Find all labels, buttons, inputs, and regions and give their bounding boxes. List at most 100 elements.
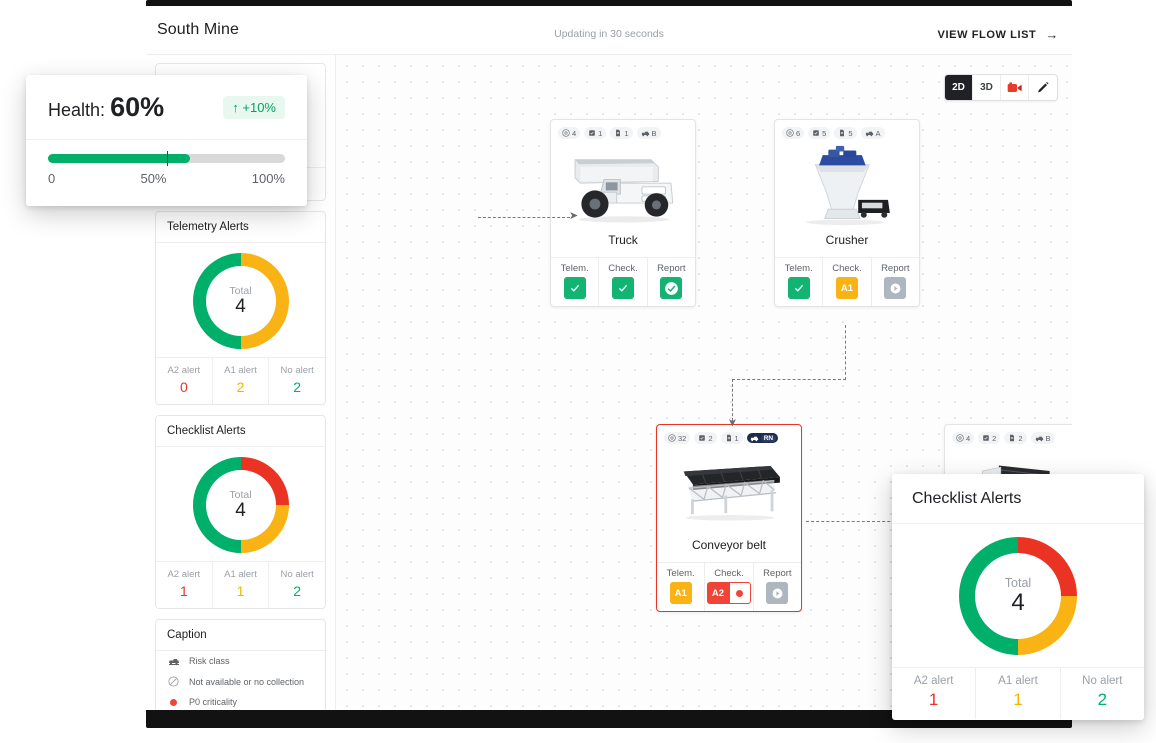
status-chip-play[interactable] — [884, 277, 906, 299]
view-flow-list-label: VIEW FLOW LIST — [938, 29, 1037, 41]
status-checklist[interactable]: Check. A2 — [705, 563, 753, 611]
badge-value: 2 — [992, 434, 996, 443]
badge-value: 6 — [796, 129, 800, 138]
video-camera-icon[interactable] — [1001, 74, 1029, 101]
telemetry-alerts-title: Telemetry Alerts — [156, 212, 325, 243]
scale-mid: 50% — [140, 171, 166, 186]
checklist-alerts-popup-card: Checklist Alerts Total 4 A2 alert 1 A1 a… — [892, 474, 1144, 720]
badge-value: RN — [761, 435, 776, 442]
tab-2d[interactable]: 2D — [945, 74, 973, 101]
telemetry-legend-noalert: No alert 2 — [269, 358, 325, 404]
status-checklist[interactable]: Check. A1 — [823, 258, 871, 306]
telemetry-alerts-card[interactable]: Telemetry Alerts Total 4 A2 alert 0 — [155, 211, 326, 405]
badge-document[interactable]: 1 — [721, 432, 743, 444]
status-chip-play[interactable] — [766, 582, 788, 604]
edge-crusher-conveyor-v1 — [845, 325, 846, 380]
status-checklist[interactable]: Check. — [599, 258, 647, 306]
checklist-popup-legend-a1: A1 alert 1 — [976, 668, 1060, 719]
tab-3d[interactable]: 3D — [973, 74, 1001, 101]
status-label: Check. — [714, 568, 744, 579]
node-crusher[interactable]: 6 5 5 A — [774, 119, 920, 307]
badge-risk-class[interactable]: B — [637, 127, 661, 139]
badge-risk-class[interactable]: A — [861, 127, 885, 139]
caption-title: Caption — [156, 620, 325, 651]
badge-value: 1 — [735, 434, 739, 443]
health-popup-header: Health: 60% ↑ +10% — [26, 75, 307, 140]
legend-label: A1 alert — [976, 675, 1059, 687]
edge-truck-crusher — [478, 217, 570, 218]
checklist-legend-a1: A1 alert 1 — [213, 562, 270, 608]
status-label: Report — [657, 263, 686, 274]
telemetry-alerts-legend: A2 alert 0 A1 alert 2 No alert 2 — [156, 357, 325, 404]
badge-gear[interactable]: 32 — [664, 432, 690, 444]
status-label: Telem. — [561, 263, 589, 274]
status-label: Check. — [832, 263, 862, 274]
badge-value: B — [652, 129, 657, 138]
badge-risk-class[interactable]: B — [1031, 432, 1055, 444]
checklist-legend-noalert: No alert 2 — [269, 562, 325, 608]
caption-card: Caption Risk class Not available or no c… — [155, 619, 326, 710]
status-report[interactable]: Report — [754, 563, 801, 611]
edge-crusher-conveyor-v2 — [732, 379, 733, 421]
status-chip-check — [612, 277, 634, 299]
legend-value: 2 — [269, 583, 325, 599]
badge-document[interactable]: 1 — [610, 127, 632, 139]
badge-risk-class[interactable]: RN — [747, 433, 778, 443]
health-popup-title: Health: 60% — [48, 92, 164, 123]
legend-label: A1 alert — [213, 365, 269, 376]
telemetry-legend-a2: A2 alert 0 — [156, 358, 213, 404]
checklist-popup-legend-noalert: No alert 2 — [1061, 668, 1144, 719]
legend-value: 2 — [213, 379, 269, 395]
badge-checklist[interactable]: 2 — [978, 432, 1000, 444]
status-label: Telem. — [785, 263, 813, 274]
caption-row-risk-class: Risk class — [156, 651, 325, 671]
node-conveyor-belt[interactable]: 32 2 1 RN — [656, 424, 802, 612]
status-telemetry[interactable]: Telem. — [551, 258, 599, 306]
badge-value: 4 — [572, 129, 576, 138]
view-flow-list-button[interactable]: VIEW FLOW LIST → — [938, 27, 1059, 42]
checklist-total-value: 4 — [235, 500, 246, 522]
legend-value: 2 — [1061, 690, 1144, 710]
status-chip-a2-group: A2 — [707, 582, 751, 604]
node-badges: 4 1 1 B — [551, 120, 695, 139]
checklist-popup-legend-a2: A2 alert 1 — [892, 668, 976, 719]
health-popup-progress: 0 50% 100% — [26, 140, 307, 206]
checklist-popup-chart: Total 4 — [892, 524, 1144, 668]
legend-value: 1 — [976, 690, 1059, 710]
badge-document[interactable]: 5 — [834, 127, 856, 139]
badge-gear[interactable]: 4 — [558, 127, 580, 139]
status-report[interactable]: Report — [872, 258, 919, 306]
status-telemetry[interactable]: Telem. — [775, 258, 823, 306]
update-status-text: Updating in 30 seconds — [146, 28, 1072, 40]
badge-value: 32 — [678, 434, 686, 443]
badge-checklist[interactable]: 5 — [808, 127, 830, 139]
health-progress-fill — [48, 154, 190, 163]
badge-checklist[interactable]: 1 — [584, 127, 606, 139]
legend-value: 1 — [156, 583, 212, 599]
status-label: Report — [763, 568, 792, 579]
badge-document[interactable]: 2 — [1004, 432, 1026, 444]
status-report[interactable]: Report — [648, 258, 695, 306]
badge-gear[interactable]: 6 — [782, 127, 804, 139]
status-telemetry[interactable]: Telem. A1 — [657, 563, 705, 611]
conveyor-belt-image — [657, 444, 801, 536]
node-status-footer: Telem. Check. Report — [551, 257, 695, 306]
p0-criticality-icon — [167, 699, 180, 706]
checklist-alerts-chart: Total 4 — [156, 447, 325, 561]
badge-gear[interactable]: 4 — [952, 432, 974, 444]
legend-label: No alert — [269, 365, 325, 376]
node-status-footer: Telem. Check. A1 Report — [775, 257, 919, 306]
risk-class-icon — [167, 657, 180, 666]
pencil-icon[interactable] — [1029, 74, 1057, 101]
status-label: Telem. — [667, 568, 695, 579]
health-progress-scale: 0 50% 100% — [48, 171, 285, 186]
badge-value: B — [1046, 434, 1051, 443]
badge-checklist[interactable]: 2 — [694, 432, 716, 444]
health-progress-midmarker — [167, 151, 168, 166]
app-header: South Mine Updating in 30 seconds VIEW F… — [146, 6, 1072, 55]
checklist-alerts-card[interactable]: Checklist Alerts Total 4 A2 alert 1 — [155, 415, 326, 609]
status-label: Check. — [608, 263, 638, 274]
legend-label: A2 alert — [892, 675, 975, 687]
trend-up-icon: ↑ — [232, 100, 239, 115]
legend-value: 1 — [213, 583, 269, 599]
